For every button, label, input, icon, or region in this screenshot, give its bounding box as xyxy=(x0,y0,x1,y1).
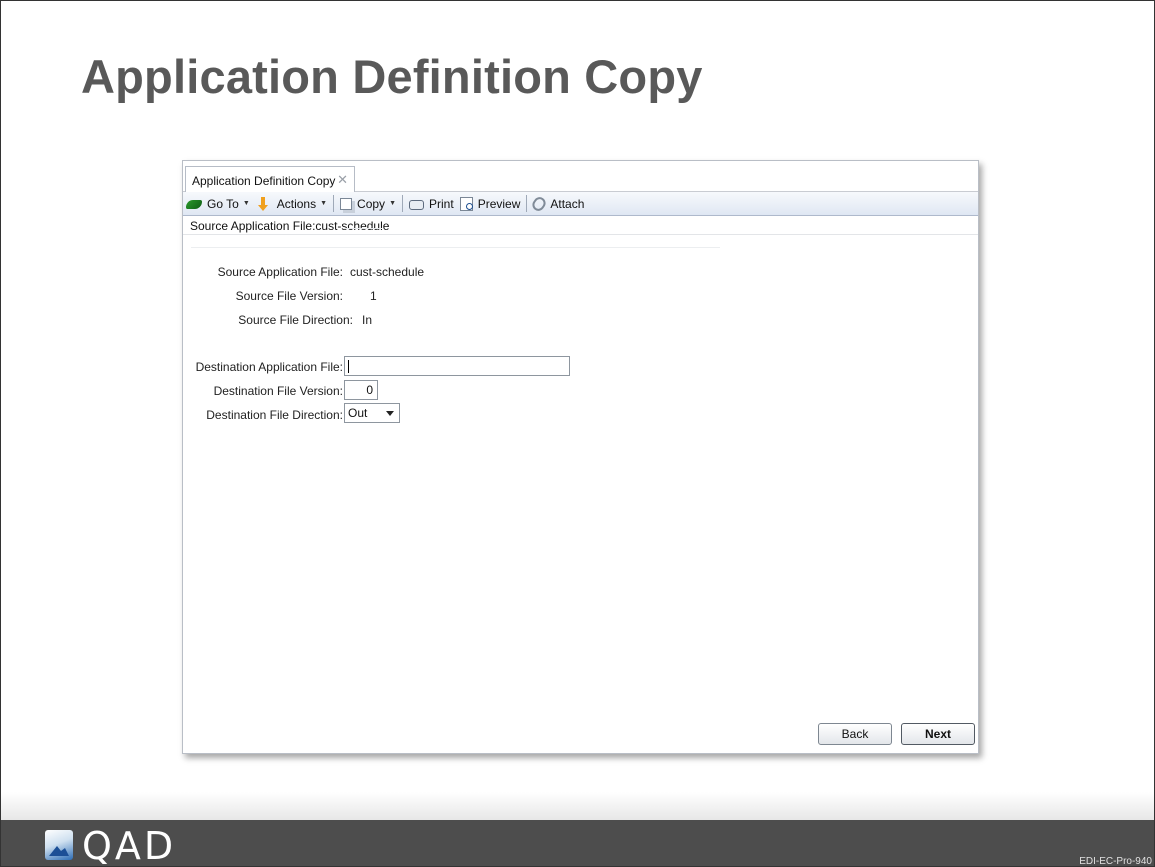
dest-version-value: 0 xyxy=(366,383,373,397)
preview-button[interactable]: Preview xyxy=(457,193,524,215)
dest-version-input[interactable]: 0 xyxy=(344,380,378,400)
tab-strip: Application Definition Copy ✕ xyxy=(183,161,978,192)
dest-direction-select[interactable]: Out xyxy=(344,403,400,423)
tab-application-definition-copy[interactable]: Application Definition Copy ✕ xyxy=(185,166,355,192)
dest-file-label: Destination Application File: xyxy=(195,360,343,374)
text-cursor xyxy=(348,360,349,374)
print-label: Print xyxy=(429,196,454,211)
actions-label: Actions xyxy=(276,196,317,211)
source-version-value: 1 xyxy=(370,289,377,303)
printer-icon xyxy=(409,199,424,210)
section-title: Source Application File:cust-schedule xyxy=(190,219,390,233)
source-version-label: Source File Version: xyxy=(235,289,343,303)
dest-direction-value: Out xyxy=(348,406,368,420)
source-direction-label: Source File Direction: xyxy=(238,313,353,327)
dest-file-input[interactable] xyxy=(344,356,570,376)
copy-label: Copy xyxy=(357,196,386,211)
toolbar-separator xyxy=(333,195,335,212)
dropdown-caret-icon: ▼ xyxy=(320,200,328,207)
attach-button[interactable]: Attach xyxy=(530,193,587,215)
section-header: Source Application File:cust-schedule xyxy=(183,217,978,235)
dropdown-caret-icon: ▼ xyxy=(389,200,396,207)
goto-menu-button[interactable]: Go To ▼ xyxy=(183,193,253,215)
goto-label: Go To xyxy=(207,196,239,211)
preview-label: Preview xyxy=(477,196,521,211)
next-button[interactable]: Next xyxy=(901,723,975,745)
slide-code: EDI-EC-Pro-940 xyxy=(1079,856,1152,867)
footer-fade xyxy=(1,792,1154,820)
dest-version-label: Destination File Version: xyxy=(213,384,343,398)
qad-logo-text: QAD xyxy=(82,824,177,867)
attach-label: Attach xyxy=(550,196,585,211)
toolbar-separator xyxy=(526,195,528,212)
source-file-label: Source Application File: xyxy=(217,265,343,279)
source-file-value: cust-schedule xyxy=(350,265,425,279)
preview-icon xyxy=(459,196,473,211)
slide: Application Definition Copy Application … xyxy=(0,0,1155,867)
dest-direction-label: Destination File Direction: xyxy=(206,408,343,422)
tab-label: Application Definition Copy xyxy=(192,174,336,188)
paperclip-icon xyxy=(530,194,549,213)
actions-menu-button[interactable]: Actions ▼ xyxy=(253,193,330,215)
close-icon[interactable]: ✕ xyxy=(337,172,348,188)
chevron-down-icon xyxy=(386,411,394,416)
copy-menu-button[interactable]: Copy ▼ xyxy=(337,193,399,215)
print-button[interactable]: Print xyxy=(406,193,457,215)
goto-arrow-icon xyxy=(186,200,202,209)
app-window: Application Definition Copy ✕ Go To ▼ Ac… xyxy=(182,160,979,754)
section-divider xyxy=(191,247,720,248)
dropdown-caret-icon: ▼ xyxy=(242,200,250,207)
toolbar-separator xyxy=(402,195,403,212)
actions-arrow-icon xyxy=(256,196,272,211)
toolbar: Go To ▼ Actions ▼ Copy ▼ Print Preview A… xyxy=(183,192,978,216)
section-divider xyxy=(343,228,382,229)
slide-title: Application Definition Copy xyxy=(81,50,703,103)
footer: QAD EDI-EC-Pro-940 xyxy=(1,820,1154,867)
source-direction-value: In xyxy=(362,313,373,327)
copy-icon xyxy=(340,197,353,210)
back-button[interactable]: Back xyxy=(818,723,892,745)
qad-logo-icon xyxy=(45,830,73,860)
